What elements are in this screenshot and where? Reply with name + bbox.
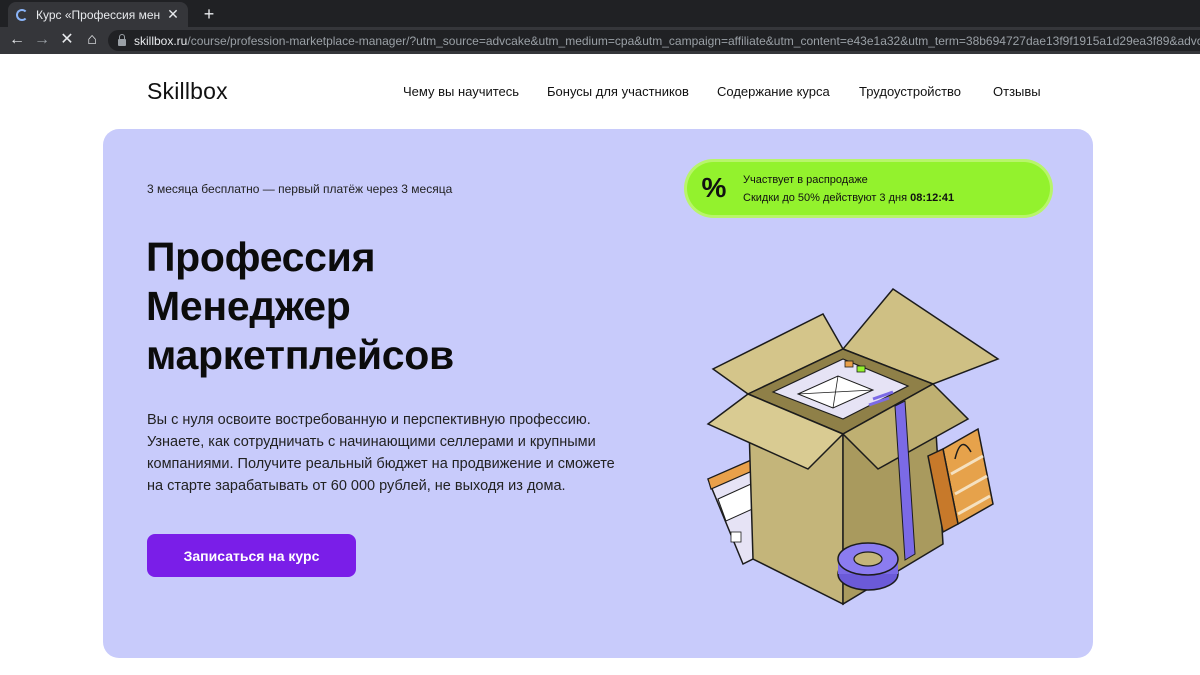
url-path: /course/profession-marketplace-manager/?… (187, 33, 1200, 48)
sale-title: Участвует в распродаже (743, 174, 868, 186)
nav-item-content[interactable]: Содержание курса (717, 84, 830, 99)
tab-close-icon[interactable]: ✕ (166, 6, 180, 23)
course-description: Вы с нуля освоите востребованную и персп… (147, 409, 627, 497)
nav-item-reviews[interactable]: Отзывы (993, 84, 1041, 99)
sale-discount-text: Скидки до 50% действуют 3 дня (743, 192, 908, 204)
tab-title: Курс «Профессия менеджер ма (36, 7, 160, 22)
url-text: skillbox.ru/course/profession-marketplac… (134, 34, 1200, 48)
page-title: Профессия Менеджер маркетплейсов (146, 233, 454, 380)
skillbox-logo[interactable]: Skillbox (147, 78, 228, 105)
stop-button[interactable]: ✕ (58, 31, 76, 49)
description-line: на старте зарабатывать от 60 000 рублей,… (147, 478, 566, 494)
forward-button[interactable]: → (33, 31, 51, 49)
description-line: компаниями. Получите реальный бюджет на … (147, 456, 615, 472)
title-line: Менеджер (146, 283, 351, 329)
description-line: Узнаете, как сотрудничать с начинающими … (147, 434, 596, 450)
nav-item-learn[interactable]: Чему вы научитесь (403, 84, 519, 99)
promo-text: 3 месяца бесплатно — первый платёж через… (147, 182, 453, 196)
nav-item-employment[interactable]: Трудоустройство (859, 84, 961, 99)
address-bar[interactable]: skillbox.ru/course/profession-marketplac… (108, 30, 1200, 51)
hero-section: 3 месяца бесплатно — первый платёж через… (103, 129, 1093, 658)
screen-dot (856, 365, 866, 373)
percent-icon: % (701, 172, 727, 203)
description-line: Вы с нуля освоите востребованную и персп… (147, 412, 591, 428)
home-button[interactable]: ⌂ (83, 31, 101, 49)
sale-badge[interactable]: % Участвует в распродаже Скидки до 50% д… (687, 162, 1050, 215)
back-button[interactable]: ← (8, 31, 26, 49)
browser-toolbar: ← → ✕ ⌂ skillbox.ru/course/profession-ma… (0, 27, 1200, 54)
url-host: skillbox.ru (134, 33, 188, 48)
browser-tab-bar: Курс «Профессия менеджер ма ✕ + (0, 0, 1200, 27)
page: Skillbox Чему вы научитесь Бонусы для уч… (0, 54, 1200, 675)
nav-item-bonuses[interactable]: Бонусы для участников (547, 84, 689, 99)
sale-subtitle: Скидки до 50% действуют 3 дня 08:12:41 (743, 192, 954, 204)
enroll-button[interactable]: Записаться на курс (147, 534, 356, 577)
title-line: маркетплейсов (146, 332, 454, 378)
box-illustration (706, 288, 1000, 606)
loading-spinner-icon (16, 8, 28, 21)
screen-dot (844, 360, 854, 368)
title-line: Профессия (146, 234, 376, 280)
new-tab-button[interactable]: + (200, 4, 218, 25)
sale-timer: 08:12:41 (910, 192, 955, 204)
lock-icon (118, 33, 126, 46)
browser-tab[interactable]: Курс «Профессия менеджер ма ✕ (8, 2, 188, 27)
